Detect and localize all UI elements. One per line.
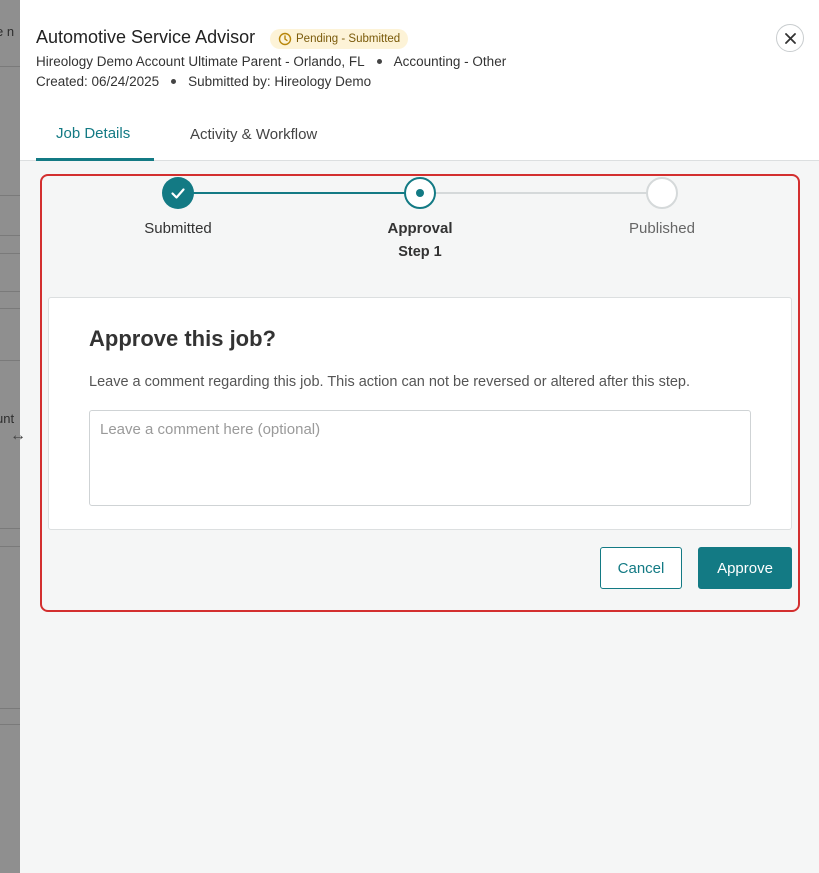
background-divider [0,708,20,709]
background-divider [0,66,20,67]
background-divider [0,724,20,725]
background-divider [0,235,20,236]
background-divider [0,291,20,292]
background-partial-text: unt [0,411,15,426]
highlight-frame [40,174,800,612]
background-divider [0,546,20,547]
background-partial-text: e n [0,24,15,39]
background-divider [0,253,20,254]
job-drawer: Automotive Service Advisor Pending - Sub… [20,0,819,873]
background-divider [0,195,20,196]
background-divider [0,308,20,309]
background-divider [0,528,20,529]
background-divider [0,360,20,361]
resize-handle-icon[interactable]: ↔ [10,427,26,445]
